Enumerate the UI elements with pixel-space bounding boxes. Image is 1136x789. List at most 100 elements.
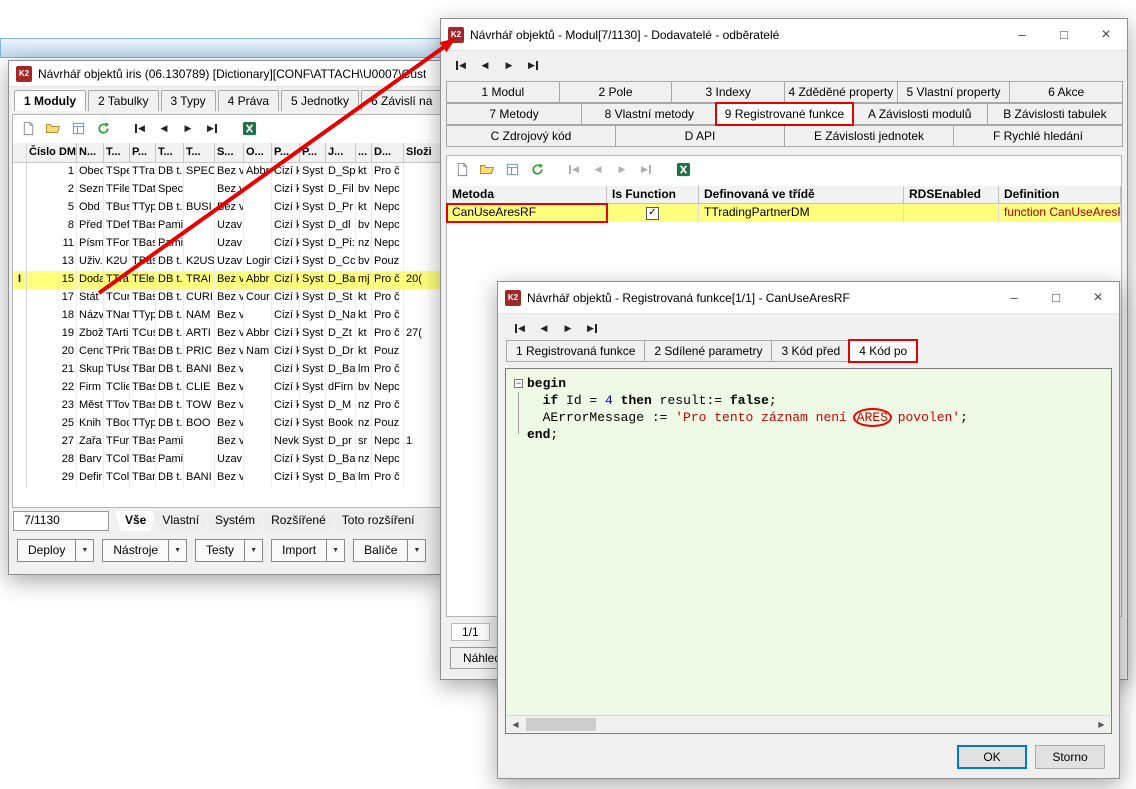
cell[interactable]: Pami — [156, 433, 184, 451]
cell[interactable]: Defir — [77, 469, 104, 487]
nav-prev-button[interactable]: ◀ — [533, 319, 555, 337]
column-header[interactable]: J... — [326, 143, 356, 163]
cell[interactable]: kt — [356, 163, 372, 181]
column-header[interactable]: O... — [244, 143, 272, 163]
cell[interactable] — [244, 379, 272, 397]
tab[interactable]: 2 Sdílené parametry — [644, 340, 773, 362]
minimize-button[interactable]: – — [1001, 19, 1043, 50]
column-header[interactable]: D... — [372, 143, 404, 163]
cell[interactable]: DB t. — [156, 397, 184, 415]
cell[interactable]: bv — [356, 181, 372, 199]
cell[interactable]: TNar — [104, 307, 130, 325]
cell[interactable]: Spec — [156, 181, 184, 199]
cell[interactable]: DB t. — [156, 253, 184, 271]
cell[interactable]: Bez v — [215, 163, 244, 181]
tab[interactable]: 3 Indexy — [671, 81, 786, 103]
cell[interactable]: Bez v — [215, 199, 244, 217]
cell[interactable] — [244, 397, 272, 415]
cell[interactable]: Pami — [156, 217, 184, 235]
column-header[interactable]: Číslo DM — [27, 143, 77, 163]
table-row[interactable]: 22 Firm TClie TBas DB t. CLIE Bez v Cizí k Syst d… — [13, 379, 441, 397]
table-row[interactable]: 8 Před TDef TBas Pami Uzav Cizí k Syst D_dl bv Nep… — [13, 217, 441, 235]
cell[interactable] — [244, 199, 272, 217]
cell[interactable]: Před — [77, 217, 104, 235]
cell[interactable]: D_Cc — [326, 253, 356, 271]
nav-last-button[interactable]: ▶ — [635, 160, 657, 178]
cell[interactable]: Cizí k — [272, 217, 300, 235]
scroll-left-icon[interactable]: ◀ — [507, 716, 524, 733]
cell[interactable]: Nepc — [372, 217, 404, 235]
tab[interactable]: 4 Práva — [217, 90, 279, 111]
cell[interactable]: D_Ba — [326, 271, 356, 289]
storno-button[interactable]: Storno — [1035, 745, 1105, 769]
cell[interactable]: Cizí k — [272, 415, 300, 433]
maximize-button[interactable]: □ — [1043, 19, 1085, 50]
cell[interactable]: TTyp — [130, 199, 156, 217]
cell[interactable]: TBas — [130, 397, 156, 415]
cell[interactable]: TRAI — [184, 271, 215, 289]
cell[interactable]: Zařa — [77, 433, 104, 451]
filter-tab[interactable]: Systém — [205, 511, 265, 531]
cell[interactable]: Syst — [300, 289, 326, 307]
cell[interactable]: BANI — [184, 469, 215, 487]
cell[interactable]: Nepc — [372, 451, 404, 469]
cell[interactable]: DB t. — [156, 379, 184, 397]
cell[interactable]: Nepc — [372, 235, 404, 253]
dropdown-caret-icon[interactable]: ▼ — [244, 540, 262, 561]
cell[interactable] — [404, 199, 441, 217]
table-row[interactable]: 21 Skup TUse TBar DB t. BANI Bez v Cizí k Syst D_… — [13, 361, 441, 379]
nav-prev-button[interactable]: ◀ — [474, 56, 496, 74]
ok-button[interactable]: OK — [957, 745, 1027, 769]
dropdown-caret-icon[interactable]: ▼ — [168, 540, 186, 561]
cell[interactable]: bv — [356, 253, 372, 271]
tab[interactable]: 3 Kód před — [771, 340, 851, 362]
cell[interactable]: TCus — [130, 325, 156, 343]
cell[interactable]: nz — [356, 235, 372, 253]
cell[interactable]: Pro č — [372, 361, 404, 379]
cell[interactable]: Syst — [300, 397, 326, 415]
tab[interactable]: D API — [615, 125, 785, 147]
cell[interactable]: Abbr — [244, 163, 272, 181]
column-header[interactable]: T... — [184, 143, 215, 163]
cell[interactable]: 13 — [27, 253, 77, 271]
cell[interactable] — [404, 163, 441, 181]
checkbox-checked-icon[interactable]: ✓ — [646, 206, 659, 220]
fold-minus-icon[interactable]: − — [514, 379, 523, 388]
cell[interactable] — [244, 235, 272, 253]
cell[interactable] — [404, 451, 441, 469]
cell[interactable] — [404, 415, 441, 433]
cell[interactable]: TBas — [130, 451, 156, 469]
cell[interactable]: 21 — [27, 361, 77, 379]
cell[interactable]: Doda — [77, 271, 104, 289]
column-header[interactable]: Metoda — [447, 186, 607, 204]
dropdown-caret-icon[interactable]: ▼ — [75, 540, 93, 561]
table-row[interactable]: 25 Knih TBoc TTyp DB t. BOO Bez v Cizí k Syst Boo… — [13, 415, 441, 433]
cell[interactable]: Syst — [300, 217, 326, 235]
column-header[interactable]: RDSEnabled — [904, 186, 999, 204]
cell[interactable]: DB t. — [156, 361, 184, 379]
cell[interactable]: BANI — [184, 361, 215, 379]
dropdown-caret-icon[interactable]: ▼ — [407, 540, 425, 561]
cell[interactable] — [244, 415, 272, 433]
cell[interactable]: SPEC — [184, 163, 215, 181]
cell[interactable] — [404, 397, 441, 415]
cell[interactable]: TBas — [130, 379, 156, 397]
cell[interactable]: Cizí k — [272, 397, 300, 415]
cell[interactable] — [244, 181, 272, 199]
cell[interactable]: TTyp — [130, 415, 156, 433]
cell[interactable]: Obd — [77, 199, 104, 217]
cell[interactable]: Cizí k — [272, 181, 300, 199]
cell[interactable]: TBas — [130, 253, 156, 271]
cell[interactable]: D_M — [326, 397, 356, 415]
column-header[interactable]: S... — [215, 143, 244, 163]
cell[interactable]: TOW — [184, 397, 215, 415]
cell[interactable]: Pami — [156, 235, 184, 253]
cell[interactable]: Pro č — [372, 163, 404, 181]
cell[interactable]: TDat — [130, 181, 156, 199]
cell[interactable]: Názv — [77, 307, 104, 325]
metoda-cell[interactable]: CanUseAresRF — [446, 203, 608, 223]
column-header[interactable]: T... — [104, 143, 130, 163]
cell[interactable]: D_pr — [326, 433, 356, 451]
cell[interactable]: 29 — [27, 469, 77, 487]
cell[interactable]: Bez v — [215, 289, 244, 307]
